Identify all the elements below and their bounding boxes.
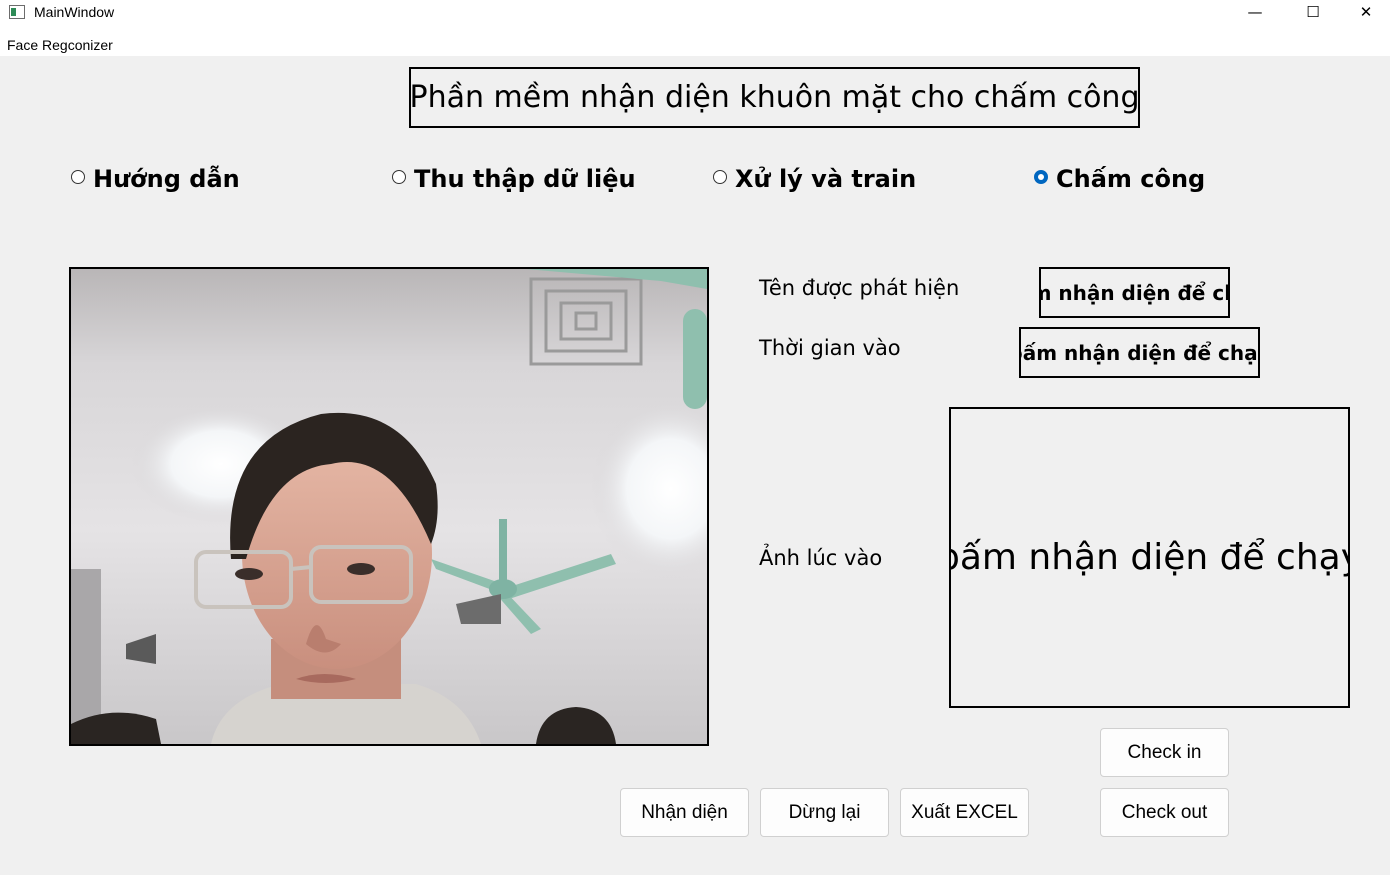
detected-name-value: m nhận diện để ch xyxy=(1039,267,1230,318)
maximize-button[interactable]: ☐ xyxy=(1284,0,1342,24)
radio-unchecked-icon xyxy=(71,170,85,184)
radio-thu-thap-du-lieu[interactable]: Thu thập dữ liệu xyxy=(392,165,636,193)
radio-label: Thu thập dữ liệu xyxy=(414,165,636,193)
radio-huong-dan[interactable]: Hướng dẫn xyxy=(71,165,240,193)
radio-cham-cong[interactable]: Chấm công xyxy=(1034,165,1205,193)
stop-button[interactable]: Dừng lại xyxy=(760,788,889,837)
check-in-time-label: Thời gian vào xyxy=(759,336,901,360)
radio-label: Chấm công xyxy=(1056,165,1206,193)
recognize-button[interactable]: Nhận diện xyxy=(620,788,749,837)
radio-xu-ly-va-train[interactable]: Xử lý và train xyxy=(713,165,916,193)
check-in-photo-label: Ảnh lúc vào xyxy=(759,546,883,570)
check-in-time-value: bấm nhận diện để chạy xyxy=(1019,327,1260,378)
check-out-button[interactable]: Check out xyxy=(1100,788,1229,837)
menu-bar: Face Regconizer xyxy=(0,30,1390,56)
export-excel-button[interactable]: Xuất EXCEL xyxy=(900,788,1029,837)
radio-unchecked-icon xyxy=(392,170,406,184)
camera-feed xyxy=(69,267,709,746)
radio-checked-icon xyxy=(1034,170,1048,184)
radio-label: Xử lý và train xyxy=(735,165,917,193)
check-in-button[interactable]: Check in xyxy=(1100,728,1229,777)
minimize-button[interactable]: — xyxy=(1226,0,1284,24)
radio-unchecked-icon xyxy=(713,170,727,184)
page-title: Phần mềm nhận diện khuôn mặt cho chấm cô… xyxy=(409,67,1140,128)
menu-face-regconizer[interactable]: Face Regconizer xyxy=(7,37,113,53)
close-button[interactable]: ✕ xyxy=(1342,0,1390,24)
detected-name-label: Tên được phát hiện xyxy=(759,276,960,300)
app-icon xyxy=(9,5,25,19)
window-title: MainWindow xyxy=(34,4,115,20)
check-in-photo: bấm nhận diện để chạy xyxy=(949,407,1350,708)
window-titlebar: MainWindow — ☐ ✕ xyxy=(0,0,1390,31)
camera-frame-image xyxy=(71,269,707,744)
radio-label: Hướng dẫn xyxy=(93,165,240,193)
